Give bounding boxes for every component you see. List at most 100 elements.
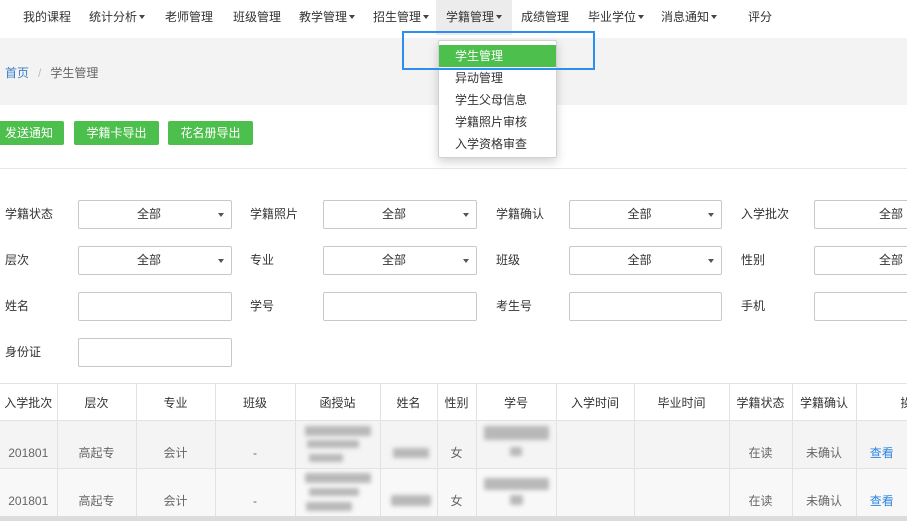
id-card-label: 身份证: [5, 345, 42, 359]
breadcrumb-current: 学生管理: [50, 66, 99, 80]
dropdown-item-student-management[interactable]: 学生管理: [439, 45, 556, 67]
select-value: 全部: [879, 207, 904, 221]
redacted-text: [483, 426, 549, 440]
redacted-text: [304, 426, 371, 436]
dropdown-item-photo-review[interactable]: 学籍照片审核: [439, 111, 556, 133]
batch-select[interactable]: 全部: [814, 200, 907, 229]
nav-item-label: 老师管理: [165, 10, 214, 24]
major-select[interactable]: 全部: [323, 246, 477, 275]
exam-number-label: 考生号: [496, 299, 533, 313]
cell-level: 高起专: [56, 420, 137, 469]
cell-actions: 查看: [855, 468, 907, 517]
cell-actions: 查看: [855, 420, 907, 469]
exam-number-input[interactable]: [569, 292, 722, 321]
cell-gender: 女: [436, 468, 477, 517]
export-status-card-button[interactable]: 学籍卡导出: [74, 121, 159, 145]
caret-down-icon: [463, 259, 469, 263]
student-status-select[interactable]: 全部: [78, 200, 232, 229]
photo-label: 学籍照片: [250, 207, 299, 221]
nav-item-label: 招生管理: [373, 10, 422, 24]
nav-item-student-status[interactable]: 学籍管理: [436, 0, 513, 35]
breadcrumb-home-link[interactable]: 首页: [5, 66, 29, 80]
select-value: 全部: [136, 253, 161, 267]
phone-input[interactable]: [814, 292, 907, 321]
select-value: 全部: [627, 253, 652, 267]
caret-down-icon: [708, 259, 714, 263]
header-name: 姓名: [379, 383, 438, 421]
student-id-input[interactable]: [323, 292, 477, 321]
nav-item-teaching[interactable]: 教学管理: [289, 0, 365, 35]
cell-station: [294, 468, 381, 517]
nav-item-label: 统计分析: [89, 10, 138, 24]
nav-item-messages[interactable]: 消息通知: [651, 0, 727, 35]
cell-level: 高起专: [56, 468, 137, 517]
photo-select[interactable]: 全部: [323, 200, 477, 229]
cell-enroll-time: [555, 420, 635, 469]
select-value: 全部: [136, 207, 161, 221]
confirmation-select[interactable]: 全部: [569, 200, 722, 229]
select-value: 全部: [879, 253, 904, 267]
nav-item-teachers[interactable]: 老师管理: [155, 0, 223, 35]
select-value: 全部: [381, 253, 406, 267]
caret-down-icon: [218, 259, 224, 263]
gender-select[interactable]: 全部: [814, 246, 907, 275]
nav-item-label: 班级管理: [233, 10, 282, 24]
nav-item-statistics[interactable]: 统计分析: [79, 0, 155, 35]
cell-status: 在读: [728, 420, 793, 469]
header-student-id: 学号: [475, 383, 557, 421]
caret-down-icon: [218, 213, 224, 217]
major-label: 专业: [250, 253, 275, 267]
redacted-text: [304, 473, 371, 483]
cell-batch: 201801: [0, 468, 58, 517]
nav-item-admissions[interactable]: 招生管理: [363, 0, 439, 35]
view-link[interactable]: 查看: [870, 446, 894, 460]
nav-item-label: 毕业学位: [588, 10, 637, 24]
header-confirmation: 学籍确认: [791, 383, 857, 421]
confirmation-label: 学籍确认: [496, 207, 545, 221]
view-link[interactable]: 查看: [870, 494, 894, 508]
nav-item-classes[interactable]: 班级管理: [223, 0, 291, 35]
nav-item-label: 学籍管理: [446, 10, 495, 24]
cell-confirmation: 未确认: [791, 468, 857, 517]
redacted-text: [306, 440, 359, 448]
nav-item-graduation[interactable]: 毕业学位: [578, 0, 654, 35]
dropdown-item-admission-review[interactable]: 入学资格审查: [439, 133, 556, 155]
dropdown-item-parent-info[interactable]: 学生父母信息: [439, 89, 556, 111]
redacted-text: [308, 454, 343, 462]
breadcrumb-separator: /: [38, 66, 42, 80]
horizontal-scrollbar[interactable]: [0, 516, 907, 521]
header-level: 层次: [56, 383, 137, 421]
caret-down-icon: [139, 14, 146, 19]
nav-item-grades[interactable]: 成绩管理: [511, 0, 579, 35]
nav-item-label: 成绩管理: [521, 10, 570, 24]
phone-label: 手机: [741, 299, 766, 313]
cell-graduation-time: [633, 420, 730, 469]
student-status-label: 学籍状态: [5, 207, 54, 221]
nav-item-label: 教学管理: [299, 10, 348, 24]
select-value: 全部: [381, 207, 406, 221]
level-select[interactable]: 全部: [78, 246, 232, 275]
header-major: 专业: [135, 383, 216, 421]
caret-down-icon: [349, 14, 356, 19]
caret-down-icon: [711, 14, 718, 19]
nav-item-label: 我的课程: [23, 10, 72, 24]
cell-major: 会计: [135, 468, 216, 517]
class-select[interactable]: 全部: [569, 246, 722, 275]
export-roster-button[interactable]: 花名册导出: [168, 121, 253, 145]
cell-class: -: [214, 468, 296, 517]
table-row: 201801 高起专 会计 - 女 在读 未确认 查看: [0, 468, 907, 517]
dropdown-item-status-changes[interactable]: 异动管理: [439, 67, 556, 89]
nav-item-rating[interactable]: 评分: [738, 0, 782, 35]
student-table: 入学批次 层次 专业 班级 函授站 姓名 性别 学号 入学时间 毕业时间 学籍状…: [0, 383, 907, 517]
student-id-label: 学号: [250, 299, 275, 313]
cell-confirmation: 未确认: [791, 420, 857, 469]
caret-down-icon: [638, 14, 645, 19]
send-notice-button[interactable]: 发送通知: [0, 121, 64, 145]
name-input[interactable]: [78, 292, 232, 321]
batch-label: 入学批次: [741, 207, 790, 221]
nav-item-my-courses[interactable]: 我的课程: [13, 0, 81, 35]
caret-down-icon: [463, 213, 469, 217]
table-row: 201801 高起专 会计 - 女 在读 未确认 查看: [0, 420, 907, 469]
level-label: 层次: [5, 253, 30, 267]
id-card-input[interactable]: [78, 338, 232, 367]
